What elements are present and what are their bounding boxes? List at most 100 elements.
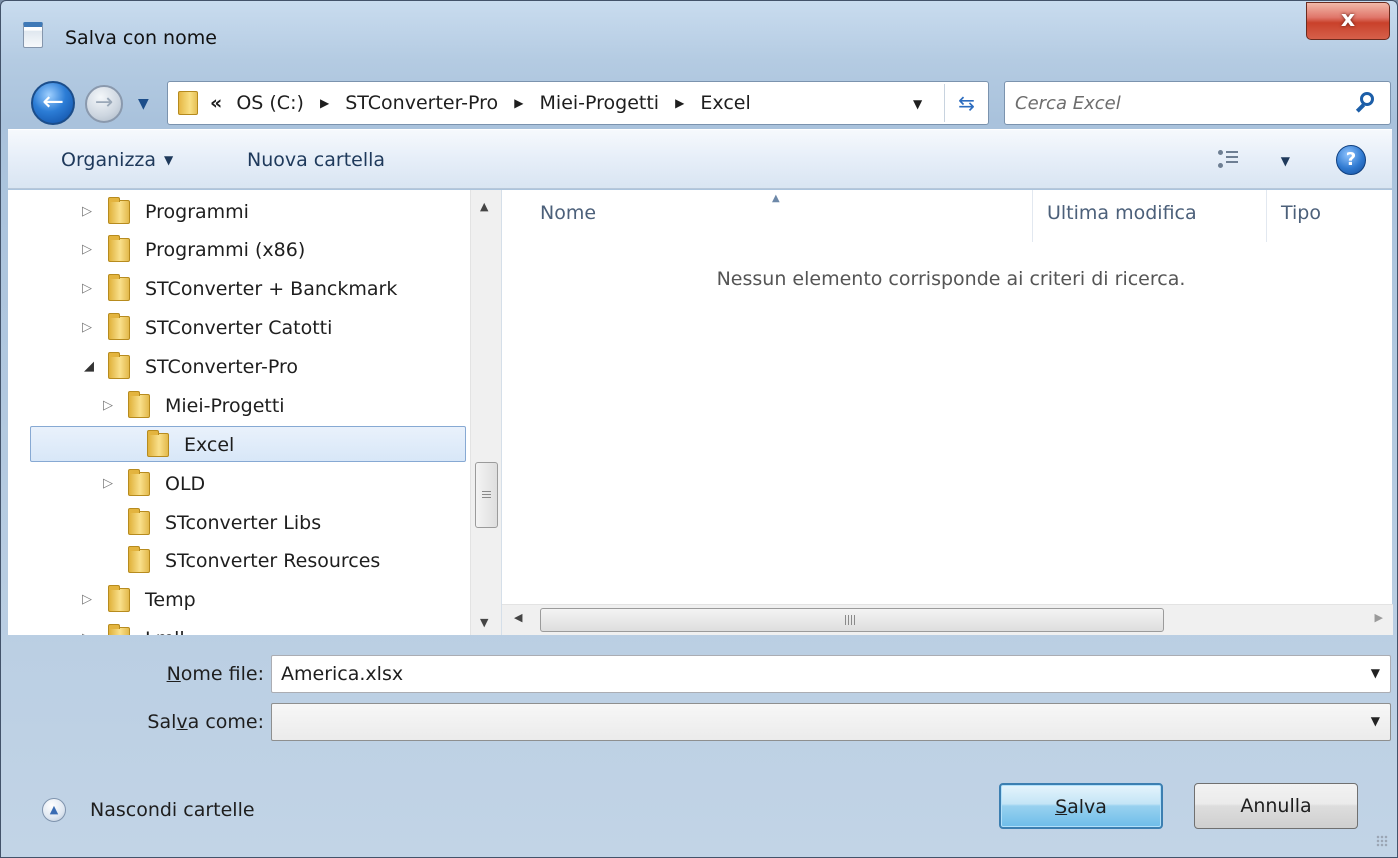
tree-item-stconverter-resources[interactable]: STconverter Resources (8, 543, 470, 579)
address-bar[interactable]: « OS (C:) ▶ STConverter-Pro ▶ Miei-Proge… (167, 81, 989, 125)
tree-item-stconverter-libs[interactable]: STconverter Libs (8, 505, 470, 541)
folder-icon (108, 197, 130, 224)
search-box[interactable] (1004, 81, 1391, 125)
tree-item-label: STconverter Resources (165, 550, 381, 572)
tree-item-old[interactable]: ▷ OLD (8, 466, 470, 502)
cancel-button[interactable]: Annulla (1194, 783, 1358, 829)
save-type-label: Salva come: (147, 711, 264, 733)
folder-icon (108, 352, 130, 379)
scroll-left-icon[interactable]: ◀ (514, 611, 522, 624)
folder-icon (128, 469, 150, 496)
title-bar: Salva con nome x (1, 1, 1397, 65)
column-header-name[interactable]: Nome (540, 202, 596, 224)
save-as-dialog: Salva con nome x ← → ▼ « OS (C:) ▶ STCon… (0, 0, 1398, 858)
column-header-type[interactable]: Tipo (1281, 202, 1321, 224)
folder-icon (108, 313, 130, 340)
expand-icon[interactable]: ▷ (82, 310, 92, 346)
expand-icon[interactable]: ▷ (82, 621, 92, 635)
tree-item-label: STconverter Libs (165, 512, 322, 534)
breadcrumb-item-excel[interactable]: Excel (700, 92, 750, 114)
save-type-select[interactable]: ▼ (271, 703, 1391, 741)
back-button[interactable]: ← (31, 81, 75, 125)
filename-input[interactable]: America.xlsx (281, 663, 403, 685)
chevron-down-icon: ▼ (164, 153, 174, 167)
search-icon[interactable] (1355, 90, 1378, 116)
save-form: Nome file: America.xlsx ▼ Salva come: ▼ … (8, 635, 1392, 851)
tree-vertical-scrollbar[interactable]: ▲ ▼ (470, 190, 501, 635)
filename-label: Nome file: (166, 663, 264, 685)
organize-label: Organizza (61, 149, 157, 171)
column-divider[interactable] (1266, 190, 1267, 242)
hide-folders-label: Nascondi cartelle (90, 799, 255, 821)
filename-combobox[interactable]: America.xlsx ▼ (271, 655, 1391, 693)
tree-item-partial[interactable]: ▷ Lmll... (8, 621, 470, 635)
search-input[interactable] (1015, 90, 1335, 116)
scrollbar-thumb[interactable] (475, 462, 498, 528)
refresh-icon[interactable]: ⇆ (944, 84, 988, 122)
file-list: ▲ Nome Ultima modifica Tipo Nessun eleme… (501, 190, 1393, 635)
chevron-down-icon[interactable]: ▼ (1371, 714, 1380, 728)
collapse-icon[interactable]: ◢ (84, 349, 94, 385)
scroll-right-icon[interactable]: ▶ (1375, 611, 1383, 624)
tree-item-programmi[interactable]: ▷ Programmi (8, 194, 470, 230)
command-toolbar: Organizza ▼ Nuova cartella ▼ ? (8, 129, 1392, 189)
chevron-up-icon: ▲ (42, 798, 66, 822)
breadcrumb-separator-icon[interactable]: ▶ (514, 82, 523, 124)
folder-icon (108, 624, 130, 635)
expand-icon[interactable]: ▷ (82, 232, 92, 268)
tree-item-label: OLD (165, 473, 206, 495)
breadcrumb-separator-icon[interactable]: ▶ (320, 82, 329, 124)
history-dropdown-icon[interactable]: ▼ (138, 96, 149, 112)
expand-icon[interactable]: ▷ (82, 582, 92, 618)
tree-item-programmi-x86[interactable]: ▷ Programmi (x86) (8, 232, 470, 268)
sort-ascending-icon: ▲ (772, 193, 780, 204)
organize-menu-button[interactable]: Organizza ▼ (61, 149, 173, 171)
expand-icon[interactable]: ▷ (103, 466, 113, 502)
empty-list-message: Nessun elemento corrisponde ai criteri d… (716, 268, 1186, 290)
view-dropdown-icon[interactable]: ▼ (1281, 154, 1290, 168)
tree-item-miei-progetti[interactable]: ▷ Miei-Progetti (8, 388, 470, 424)
expand-icon[interactable]: ▷ (82, 194, 92, 230)
tree-item-label: Excel (184, 434, 235, 456)
column-divider[interactable] (1032, 190, 1033, 242)
resize-grip[interactable] (1376, 835, 1388, 847)
breadcrumb-item-drive[interactable]: OS (C:) (236, 92, 304, 114)
expand-icon[interactable]: ▷ (82, 271, 92, 307)
tree-item-label: Temp (145, 589, 196, 611)
tree-item-stconverter-pro[interactable]: ◢ STConverter-Pro (8, 349, 470, 385)
tree-item-label: Programmi (145, 201, 249, 223)
breadcrumb: « OS (C:) ▶ STConverter-Pro ▶ Miei-Proge… (210, 82, 751, 124)
folder-icon (108, 585, 130, 612)
chevron-down-icon[interactable]: ▼ (1371, 666, 1380, 680)
tree-item-excel[interactable]: Excel (30, 426, 466, 462)
breadcrumb-item-stconverter-pro[interactable]: STConverter-Pro (345, 92, 498, 114)
column-header-modified[interactable]: Ultima modifica (1047, 202, 1197, 224)
folder-icon (128, 508, 150, 535)
view-options-icon[interactable] (1218, 150, 1240, 168)
navigation-tree: ▷ Programmi ▷ Programmi (x86) ▷ STConver… (8, 190, 501, 635)
tree-item-temp[interactable]: ▷ Temp (8, 582, 470, 618)
tree-item-label: Lmll... (145, 621, 203, 635)
document-icon (23, 22, 43, 48)
breadcrumb-overflow[interactable]: « (210, 92, 222, 114)
address-dropdown-icon[interactable]: ▼ (913, 97, 922, 111)
tree-item-stconverter-banckmark[interactable]: ▷ STConverter + Banckmark (8, 271, 470, 307)
tree-item-stconverter-catotti[interactable]: ▷ STConverter Catotti (8, 310, 470, 346)
list-horizontal-scrollbar[interactable]: ◀ ▶ (502, 604, 1393, 635)
breadcrumb-separator-icon[interactable]: ▶ (675, 82, 684, 124)
folder-icon (178, 91, 198, 115)
close-button[interactable]: x (1306, 2, 1390, 40)
scroll-up-icon[interactable]: ▲ (480, 200, 488, 213)
help-icon[interactable]: ? (1336, 145, 1366, 175)
breadcrumb-item-miei-progetti[interactable]: Miei-Progetti (540, 92, 660, 114)
scrollbar-thumb[interactable] (540, 608, 1164, 632)
forward-button[interactable]: → (85, 85, 123, 123)
new-folder-button[interactable]: Nuova cartella (247, 149, 385, 171)
tree-item-label: STConverter Catotti (145, 317, 333, 339)
tree-item-label: STConverter + Banckmark (145, 278, 398, 300)
expand-icon[interactable]: ▷ (103, 388, 113, 424)
save-button[interactable]: Salva (999, 783, 1163, 829)
tree-item-label: Programmi (x86) (145, 239, 306, 261)
scroll-down-icon[interactable]: ▼ (480, 616, 488, 629)
folder-icon (108, 235, 130, 262)
